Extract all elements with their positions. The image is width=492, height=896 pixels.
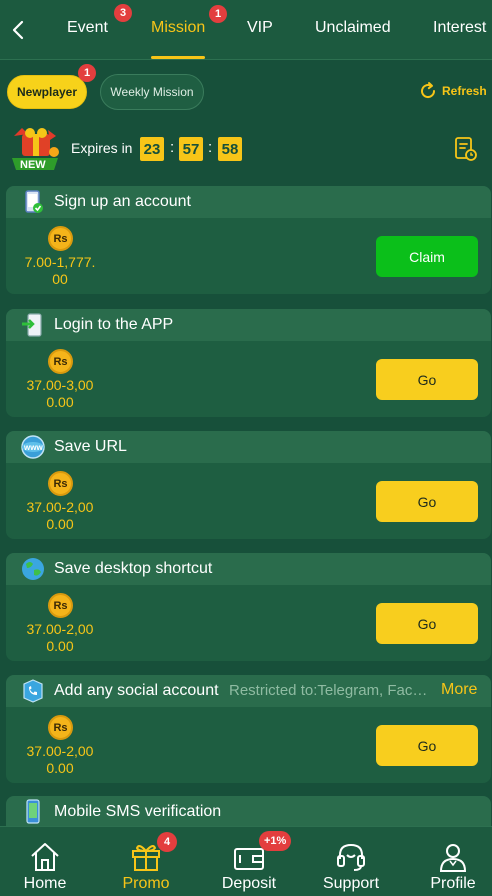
app-login-icon: [20, 312, 46, 338]
nav-profile[interactable]: Profile: [408, 827, 492, 896]
refresh-button[interactable]: Refresh: [418, 81, 487, 101]
mission-card-header: Login to the APP: [6, 309, 491, 341]
refresh-icon: [421, 82, 436, 99]
mission-card-signup: Sign up an account Rs 7.00-1,777. 00 Clai…: [6, 186, 491, 294]
mission-title: Login to the APP: [54, 316, 174, 333]
home-icon: [28, 841, 62, 873]
chevron-left-icon: [12, 20, 24, 40]
svg-text:www: www: [23, 443, 43, 452]
mission-reward: 37.00-3,00 0.00: [26, 377, 94, 410]
bottom-navigation: Home Promo 4 Deposit +1% Support Profile: [0, 826, 492, 896]
nav-label: Promo: [122, 875, 170, 892]
mission-reward: 37.00-2,00 0.00: [26, 743, 94, 776]
newplayer-badge: 1: [78, 64, 96, 82]
rupee-coin-icon: Rs: [48, 593, 73, 618]
earth-icon: [20, 556, 46, 582]
rupee-coin-icon: Rs: [48, 471, 73, 496]
tab-interest[interactable]: Interest: [433, 19, 486, 37]
timer-hours: 23: [140, 137, 164, 161]
claim-button[interactable]: Claim: [376, 236, 478, 277]
go-button[interactable]: Go: [376, 725, 478, 766]
rupee-coin-icon: Rs: [48, 226, 73, 251]
refresh-label: Refresh: [442, 84, 487, 98]
timer-seconds: 58: [218, 137, 242, 161]
nav-promo[interactable]: Promo: [101, 827, 191, 896]
social-phone-icon: [20, 678, 46, 704]
weekly-mission-label: Weekly Mission: [110, 85, 194, 99]
mission-card-header: Add any social account Restricted to:Tel…: [6, 675, 491, 707]
mission-card-desktop-shortcut: Save desktop shortcut Rs 37.00-2,00 0.00 …: [6, 553, 491, 661]
mission-card-sms-verification: Mobile SMS verification: [6, 796, 491, 826]
tab-event-badge: 3: [114, 4, 132, 22]
tab-mission[interactable]: Mission: [151, 19, 205, 37]
nav-home[interactable]: Home: [0, 827, 90, 896]
newplayer-button[interactable]: Newplayer: [7, 75, 87, 109]
nav-support[interactable]: Support: [306, 827, 396, 896]
active-tab-indicator: [151, 56, 205, 59]
phone-check-icon: [20, 189, 46, 215]
mission-card-header: Sign up an account: [6, 186, 491, 218]
mission-reward: 7.00-1,777. 00: [24, 254, 96, 287]
nav-label: Profile: [430, 875, 476, 892]
mission-title: Save URL: [54, 438, 127, 455]
mission-card-login-app: Login to the APP Rs 37.00-3,00 0.00 Go: [6, 309, 491, 417]
tab-unclaimed[interactable]: Unclaimed: [315, 19, 391, 37]
svg-text:NEW: NEW: [20, 159, 46, 171]
expires-label: Expires in: [71, 140, 133, 156]
www-globe-icon: www: [20, 434, 46, 460]
person-icon: [436, 841, 470, 873]
mission-card-save-url: www Save URL Rs 37.00-2,00 0.00 Go: [6, 431, 491, 539]
nav-label: Home: [23, 875, 67, 892]
newplayer-label: Newplayer: [16, 85, 78, 99]
weekly-mission-button[interactable]: Weekly Mission: [100, 74, 204, 110]
mission-title: Save desktop shortcut: [54, 560, 213, 577]
new-gift-icon: NEW: [8, 124, 66, 174]
mission-card-header: www Save URL: [6, 431, 491, 463]
mission-card-social-account: Add any social account Restricted to:Tel…: [6, 675, 491, 783]
deposit-bonus-badge: +1%: [259, 831, 292, 851]
mobile-sms-icon: [20, 799, 46, 825]
go-button[interactable]: Go: [376, 603, 478, 644]
go-button[interactable]: Go: [376, 359, 478, 400]
history-record-icon[interactable]: [454, 136, 478, 162]
mission-title: Add any social account: [54, 682, 219, 699]
mission-reward: 37.00-2,00 0.00: [26, 499, 94, 532]
top-tab-bar: Event 3 Mission 1 VIP Unclaimed Interest: [0, 0, 492, 60]
mission-card-header: Save desktop shortcut: [6, 553, 491, 585]
mission-reward: 37.00-2,00 0.00: [26, 621, 94, 654]
go-button[interactable]: Go: [376, 481, 478, 522]
nav-label: Support: [322, 875, 380, 892]
tab-mission-badge: 1: [209, 5, 227, 23]
restriction-text: Restricted to:Telegram, Facebook: [229, 682, 435, 699]
more-link[interactable]: More: [441, 681, 477, 699]
tab-vip[interactable]: VIP: [247, 19, 273, 37]
rupee-coin-icon: Rs: [48, 715, 73, 740]
tab-event[interactable]: Event: [67, 19, 108, 37]
promo-badge: 4: [157, 832, 177, 852]
timer-separator: :: [170, 139, 175, 156]
headset-icon: [334, 841, 368, 873]
rupee-coin-icon: Rs: [48, 349, 73, 374]
timer-minutes: 57: [179, 137, 203, 161]
mission-title: Sign up an account: [54, 193, 191, 210]
nav-label: Deposit: [221, 875, 277, 892]
mission-title: Mobile SMS verification: [54, 803, 222, 820]
timer-separator: :: [208, 139, 213, 156]
back-button[interactable]: [6, 16, 30, 44]
